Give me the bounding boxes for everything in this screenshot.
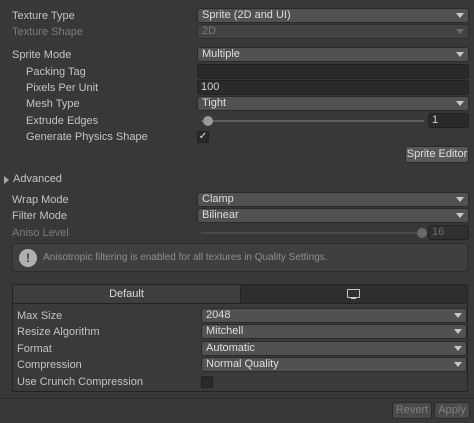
aniso-level-input: 16 (428, 225, 469, 240)
wrap-mode-label: Wrap Mode (12, 194, 69, 206)
use-crunch-compression-checkbox[interactable] (201, 376, 213, 388)
aniso-level-label: Aniso Level (12, 227, 69, 239)
texture-shape-label: Texture Shape (12, 26, 83, 38)
aniso-level-slider-knob (417, 228, 427, 238)
filter-mode-value: Bilinear (202, 209, 239, 221)
compression-dropdown[interactable]: Normal Quality (201, 357, 467, 372)
generate-physics-shape-label: Generate Physics Shape (26, 131, 148, 143)
sprite-mode-row: Sprite Mode Multiple (0, 47, 474, 63)
mesh-type-row: Mesh Type Tight (0, 96, 474, 112)
chevron-down-icon (456, 101, 464, 106)
resize-algorithm-value: Mitchell (206, 325, 244, 337)
chevron-down-icon (454, 313, 462, 318)
pixels-per-unit-row: Pixels Per Unit 100 (0, 80, 474, 96)
max-size-dropdown[interactable]: 2048 (201, 308, 467, 323)
tab-default[interactable]: Default (13, 285, 241, 303)
filter-mode-row: Filter Mode Bilinear (0, 208, 474, 224)
chevron-down-icon (454, 329, 462, 334)
wrap-mode-row: Wrap Mode Clamp (0, 192, 474, 208)
chevron-down-icon (454, 346, 462, 351)
wrap-mode-dropdown[interactable]: Clamp (197, 192, 469, 207)
chevron-down-icon (456, 213, 464, 218)
filter-mode-label: Filter Mode (12, 210, 68, 222)
max-size-value: 2048 (206, 309, 231, 321)
footer-bar: Revert Apply (0, 398, 474, 423)
info-text: Anisotropic filtering is enabled for all… (43, 252, 328, 263)
extrude-edges-label: Extrude Edges (26, 115, 99, 127)
sprite-mode-label: Sprite Mode (12, 49, 72, 61)
chevron-down-icon (456, 13, 464, 18)
aniso-level-row: Aniso Level 16 (0, 225, 474, 241)
foldout-arrow-icon (4, 176, 9, 184)
pixels-per-unit-label: Pixels Per Unit (26, 82, 99, 94)
mesh-type-dropdown[interactable]: Tight (197, 96, 469, 111)
apply-button[interactable]: Apply (434, 402, 470, 419)
info-box: ! Anisotropic filtering is enabled for a… (12, 243, 468, 272)
use-crunch-compression-row: Use Crunch Compression (1, 374, 474, 390)
chevron-down-icon (456, 52, 464, 57)
extrude-edges-slider-knob[interactable] (203, 116, 213, 126)
use-crunch-compression-label: Use Crunch Compression (17, 376, 143, 388)
mesh-type-label: Mesh Type (26, 98, 80, 110)
texture-type-label: Texture Type (12, 10, 75, 22)
texture-type-value: Sprite (2D and UI) (202, 9, 291, 21)
format-value: Automatic (206, 342, 255, 354)
generate-physics-shape-row: Generate Physics Shape ✓ (0, 129, 474, 145)
compression-value: Normal Quality (206, 358, 279, 370)
texture-shape-dropdown: 2D (197, 24, 469, 39)
pixels-per-unit-input[interactable]: 100 (197, 80, 469, 95)
monitor-icon (347, 289, 360, 298)
extrude-edges-row: Extrude Edges 1 (0, 113, 474, 129)
texture-shape-row: Texture Shape 2D (0, 24, 474, 40)
chevron-down-icon (454, 362, 462, 367)
texture-type-dropdown[interactable]: Sprite (2D and UI) (197, 8, 469, 23)
format-label: Format (17, 343, 52, 355)
aniso-level-slider-track (201, 232, 424, 234)
extrude-edges-input[interactable]: 1 (428, 113, 469, 128)
format-dropdown[interactable]: Automatic (201, 341, 467, 356)
advanced-label: Advanced (13, 173, 62, 185)
resize-algorithm-row: Resize Algorithm Mitchell (1, 324, 474, 340)
chevron-down-icon (456, 197, 464, 202)
filter-mode-dropdown[interactable]: Bilinear (197, 208, 469, 223)
packing-tag-row: Packing Tag (0, 64, 474, 80)
packing-tag-input[interactable] (197, 64, 469, 79)
generate-physics-shape-checkbox[interactable]: ✓ (197, 131, 209, 143)
compression-label: Compression (17, 359, 82, 371)
sprite-mode-value: Multiple (202, 48, 240, 60)
monitor-stand-icon (351, 298, 356, 299)
sprite-mode-dropdown[interactable]: Multiple (197, 47, 469, 62)
texture-type-row: Texture Type Sprite (2D and UI) (0, 8, 474, 24)
platform-tab-bar: Default (13, 285, 467, 304)
extrude-edges-slider-track[interactable] (201, 120, 424, 122)
max-size-label: Max Size (17, 310, 63, 322)
format-row: Format Automatic (1, 341, 474, 357)
compression-row: Compression Normal Quality (1, 357, 474, 373)
max-size-row: Max Size 2048 (1, 308, 474, 324)
tab-standalone[interactable] (241, 285, 467, 303)
chevron-down-icon (456, 29, 464, 34)
platform-settings-panel: Default Max Size 2048 Resize Algorithm M… (12, 284, 468, 392)
packing-tag-label: Packing Tag (26, 66, 86, 78)
revert-button[interactable]: Revert (392, 402, 432, 419)
mesh-type-value: Tight (202, 97, 227, 109)
sprite-editor-button[interactable]: Sprite Editor (405, 146, 469, 163)
resize-algorithm-dropdown[interactable]: Mitchell (201, 324, 467, 339)
resize-algorithm-label: Resize Algorithm (17, 326, 100, 338)
texture-shape-value: 2D (202, 25, 217, 37)
info-icon: ! (19, 249, 37, 267)
wrap-mode-value: Clamp (202, 193, 234, 205)
